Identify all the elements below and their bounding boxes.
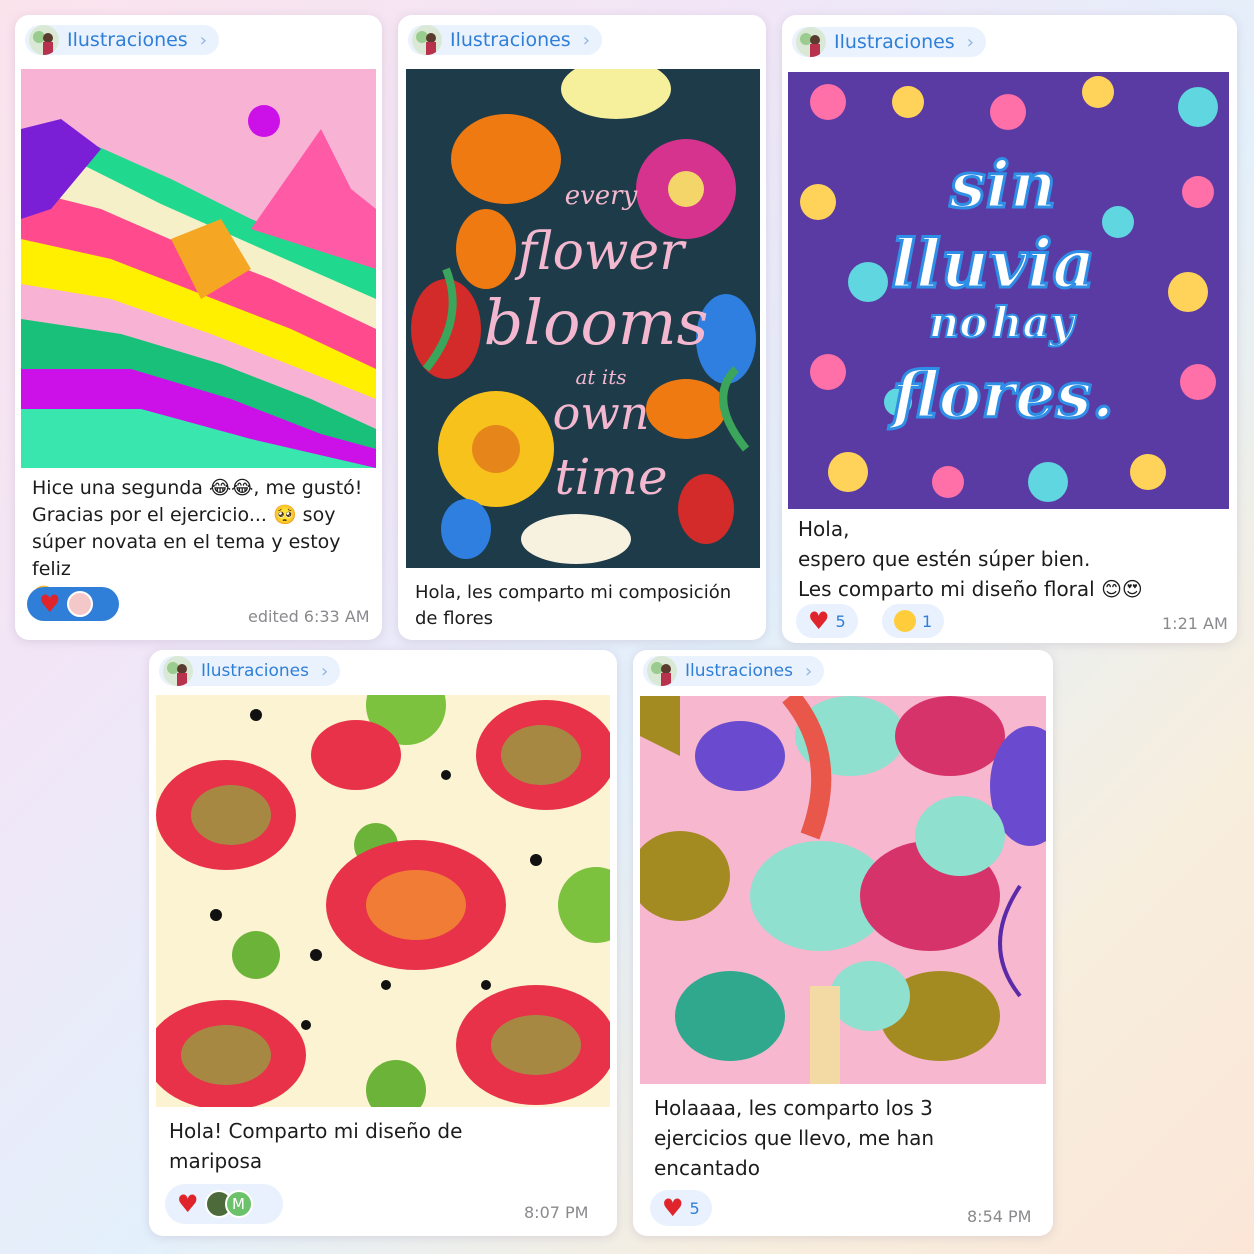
channel-name: Ilustraciones xyxy=(450,29,571,51)
channel-avatar xyxy=(412,25,442,55)
art-text: sin xyxy=(949,148,1057,223)
channel-name: Ilustraciones xyxy=(201,661,310,681)
post-time: edited 6:33 AM xyxy=(248,607,370,626)
art-text: flower xyxy=(514,222,687,282)
art-text: no xyxy=(929,298,988,347)
art-text: every xyxy=(565,181,638,211)
post-message: Hola, les comparto mi composición de flo… xyxy=(415,582,732,629)
post-image[interactable] xyxy=(640,696,1046,1084)
heart-icon: ♥ xyxy=(39,590,61,618)
art-text: flores. xyxy=(888,358,1114,433)
chevron-right-icon: › xyxy=(966,31,974,53)
chevron-right-icon: › xyxy=(805,660,813,682)
channel-avatar xyxy=(29,25,59,55)
reaction-count: 5 xyxy=(689,1198,700,1218)
reaction-pill[interactable]: ♥ M xyxy=(165,1184,283,1224)
channel-avatar xyxy=(796,27,826,57)
art-text: own xyxy=(553,386,650,440)
reaction-pill[interactable]: 1 xyxy=(882,604,945,638)
post-image[interactable] xyxy=(156,695,610,1107)
reaction-pill[interactable]: ♥ 5 xyxy=(650,1190,712,1226)
smiling-face-with-hearts-icon xyxy=(894,610,916,632)
channel-chip[interactable]: Ilustraciones › xyxy=(25,25,219,55)
art-text: lluvia xyxy=(891,225,1095,303)
channel-chip[interactable]: Ilustraciones › xyxy=(408,25,602,55)
reaction-pill[interactable]: ♥ xyxy=(27,587,119,621)
reaction-pill[interactable]: ♥ 5 xyxy=(796,604,858,638)
reactor-avatar-initial: M xyxy=(224,1190,253,1218)
post-time: 8:54 PM xyxy=(967,1207,1032,1226)
chevron-right-icon: › xyxy=(321,660,329,682)
post-message: Hola, espero que estén súper bien. Les c… xyxy=(798,517,1143,601)
post-card-5[interactable]: Ilustraciones › Holaaaa, les comparto lo… xyxy=(633,650,1053,1236)
chevron-right-icon: › xyxy=(199,29,207,51)
art-text: hay xyxy=(992,298,1077,347)
post-message: Holaaaa, les comparto los 3 ejercicios q… xyxy=(654,1096,935,1180)
channel-chip[interactable]: Ilustraciones › xyxy=(792,27,986,57)
post-card-2[interactable]: Ilustraciones › every flower blooms at i… xyxy=(398,15,766,640)
channel-chip[interactable]: Ilustraciones › xyxy=(643,656,825,686)
post-image[interactable]: sin lluvia no hay flores. xyxy=(788,72,1229,509)
reactor-avatar xyxy=(66,591,93,617)
heart-icon: ♥ xyxy=(808,607,830,635)
heart-icon: ♥ xyxy=(662,1194,684,1222)
channel-name: Ilustraciones xyxy=(834,31,955,53)
art-text: blooms xyxy=(484,286,709,359)
chevron-right-icon: › xyxy=(582,29,590,51)
channel-name: Ilustraciones xyxy=(685,661,794,681)
post-card-1[interactable]: Ilustraciones › Hice una segunda 😂😂, me … xyxy=(15,15,382,640)
art-text: time xyxy=(554,448,667,506)
post-image[interactable]: every flower blooms at its own time xyxy=(406,69,760,568)
post-card-3[interactable]: Ilustraciones › sin lluvia no hay flores… xyxy=(782,15,1237,643)
channel-name: Ilustraciones xyxy=(67,29,188,51)
post-image[interactable] xyxy=(21,69,376,468)
channel-avatar xyxy=(163,656,193,686)
channel-chip[interactable]: Ilustraciones › xyxy=(159,656,341,686)
post-time: 1:21 AM xyxy=(1162,614,1228,633)
post-message: Hola! Comparto mi diseño de mariposa xyxy=(169,1119,463,1173)
reaction-count: 5 xyxy=(835,611,846,631)
channel-avatar xyxy=(647,656,677,686)
post-time: 8:07 PM xyxy=(524,1203,589,1222)
heart-icon: ♥ xyxy=(177,1190,199,1218)
reaction-count: 1 xyxy=(922,611,933,631)
post-card-4[interactable]: Ilustraciones › Hola! Comparto mi diseño… xyxy=(149,650,617,1236)
